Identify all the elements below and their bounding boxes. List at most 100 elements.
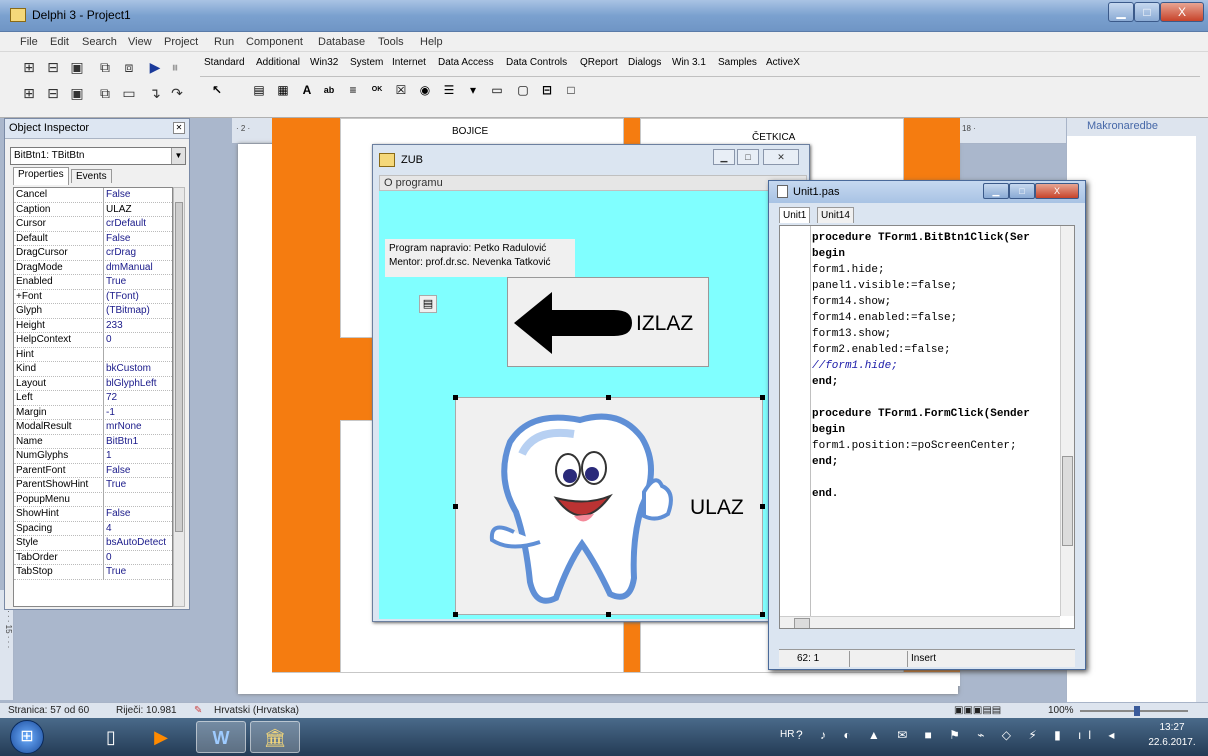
clock-date[interactable]: 22.6.2017.: [1144, 737, 1200, 748]
save-all-icon[interactable]: ▣: [68, 58, 86, 76]
property-row[interactable]: PopupMenu: [14, 492, 172, 507]
scrollbar-icon[interactable]: ▭: [488, 81, 506, 99]
code-line[interactable]: form13.show;: [812, 326, 891, 342]
run-icon[interactable]: ▶: [146, 58, 164, 76]
property-row[interactable]: ParentFont False: [14, 463, 172, 478]
selection-handle[interactable]: [453, 612, 458, 617]
minimize-button[interactable]: ▁: [713, 149, 735, 165]
property-value[interactable]: mrNone: [106, 421, 172, 432]
property-value[interactable]: BitBtn1: [106, 436, 172, 447]
selection-handle[interactable]: [606, 612, 611, 617]
language-indicator[interactable]: Hrvatski (Hrvatska): [214, 705, 299, 716]
proofing-icon[interactable]: ✎: [194, 705, 202, 716]
palette-tab-activex[interactable]: ActiveX: [766, 57, 800, 68]
property-row[interactable]: ParentShowHint True: [14, 478, 172, 493]
tab-properties[interactable]: Properties: [13, 167, 69, 185]
property-row[interactable]: Glyph (TBitmap): [14, 304, 172, 319]
palette-tab-samples[interactable]: Samples: [718, 57, 757, 68]
palette-tab-system[interactable]: System: [350, 57, 383, 68]
code-line[interactable]: form1.hide;: [812, 262, 885, 278]
property-value[interactable]: crDrag: [106, 247, 172, 258]
property-row[interactable]: NumGlyphs 1: [14, 449, 172, 464]
maximize-button[interactable]: □: [737, 149, 759, 165]
code-line[interactable]: begin: [812, 246, 845, 262]
palette-tab-qreport[interactable]: QReport: [580, 57, 618, 68]
property-row[interactable]: Enabled True: [14, 275, 172, 290]
start-button[interactable]: ⊞: [10, 720, 44, 754]
add-file-icon[interactable]: ⊟: [44, 84, 62, 102]
property-row[interactable]: Layout blGlyphLeft: [14, 376, 172, 391]
menu-component[interactable]: Component: [246, 36, 303, 48]
button-icon[interactable]: OK: [368, 81, 386, 99]
enter-button[interactable]: ULAZ: [455, 397, 763, 615]
property-row[interactable]: Height 233: [14, 318, 172, 333]
maximize-button[interactable]: □: [1009, 183, 1035, 199]
palette-tab-data-access[interactable]: Data Access: [438, 57, 494, 68]
property-row[interactable]: ModalResult mrNone: [14, 420, 172, 435]
menu-project[interactable]: Project: [164, 36, 198, 48]
code-line[interactable]: panel1.visible:=false;: [812, 278, 957, 294]
property-value[interactable]: 233: [106, 320, 172, 331]
zoom-slider-thumb[interactable]: [1134, 706, 1140, 716]
scrollbar-thumb[interactable]: [175, 202, 183, 532]
menu-o-programu[interactable]: O programu: [384, 177, 443, 189]
property-row[interactable]: TabOrder 0: [14, 550, 172, 565]
editor-vertical-scrollbar[interactable]: [1060, 226, 1074, 616]
view-buttons-icon[interactable]: ▣▣▣▤▤: [954, 705, 1001, 716]
menu-edit[interactable]: Edit: [50, 36, 69, 48]
selection-handle[interactable]: [760, 395, 765, 400]
tab-unit14[interactable]: Unit14: [817, 207, 854, 223]
property-row[interactable]: Cancel False: [14, 188, 172, 203]
property-value[interactable]: 0: [106, 552, 172, 563]
pause-icon[interactable]: ⏸: [166, 58, 184, 76]
property-row[interactable]: +Font (TFont): [14, 289, 172, 304]
edit-icon[interactable]: ab: [320, 81, 338, 99]
palette-tab-win32[interactable]: Win32: [310, 57, 338, 68]
save-icon[interactable]: ⊞: [20, 84, 38, 102]
scrollbar-thumb[interactable]: [794, 618, 810, 628]
close-button[interactable]: X: [1035, 183, 1079, 199]
delphi-taskbar-icon[interactable]: 🏛: [250, 721, 300, 753]
code-line[interactable]: form2.enabled:=false;: [812, 342, 951, 358]
property-value[interactable]: False: [106, 189, 172, 200]
zoom-level[interactable]: 100%: [1048, 705, 1074, 716]
system-tray-icons[interactable]: ? ♪ ◐ ▲ ✉ ■ ⚑ ⌁ ◇ ⚡ ▮ ıl ◂: [796, 728, 1121, 742]
palette-tab-additional[interactable]: Additional: [256, 57, 300, 68]
open-project-icon[interactable]: ⊞: [20, 58, 38, 76]
toggle-form-icon[interactable]: ▭: [120, 84, 138, 102]
scrollbar-thumb[interactable]: [1062, 456, 1073, 546]
property-value[interactable]: False: [106, 233, 172, 244]
property-value[interactable]: crDefault: [106, 218, 172, 229]
property-row[interactable]: TabStop True: [14, 565, 172, 580]
checkbox-icon[interactable]: ☒: [392, 81, 410, 99]
menu-run[interactable]: Run: [214, 36, 234, 48]
combobox-icon[interactable]: ▾: [464, 81, 482, 99]
new-form-icon[interactable]: ⧈: [120, 58, 138, 76]
object-selector[interactable]: BitBtn1: TBitBtn ▼: [10, 147, 186, 165]
menu-database[interactable]: Database: [318, 36, 365, 48]
property-value[interactable]: (TBitmap): [106, 305, 172, 316]
property-row[interactable]: Cursor crDefault: [14, 217, 172, 232]
property-row[interactable]: DragCursor crDrag: [14, 246, 172, 261]
pointer-icon[interactable]: ↖: [208, 81, 226, 99]
property-value[interactable]: True: [106, 276, 172, 287]
code-line[interactable]: end.: [812, 486, 838, 502]
listbox-icon[interactable]: ☰: [440, 81, 458, 99]
property-value[interactable]: 1: [106, 450, 172, 461]
code-area[interactable]: procedure TForm1.BitBtn1Click(Ser begin fo…: [779, 225, 1075, 629]
selection-handle[interactable]: [453, 395, 458, 400]
palette-tab-win31[interactable]: Win 3.1: [672, 57, 706, 68]
memo-icon[interactable]: ≡: [344, 81, 362, 99]
maximize-button[interactable]: □: [1134, 2, 1160, 22]
property-row[interactable]: Left 72: [14, 391, 172, 406]
mainmenu-icon[interactable]: ▤: [250, 81, 268, 99]
code-line[interactable]: end;: [812, 454, 838, 470]
code-line[interactable]: procedure TForm1.BitBtn1Click(Ser: [812, 230, 1030, 246]
menu-file[interactable]: File: [20, 36, 38, 48]
mainmenu-component[interactable]: ▤: [419, 295, 437, 313]
property-row[interactable]: Style bsAutoDetect: [14, 536, 172, 551]
explorer-taskbar-icon[interactable]: ▯: [86, 721, 136, 753]
radiogroup-icon[interactable]: ⊟: [538, 81, 556, 99]
page-indicator[interactable]: Stranica: 57 od 60: [8, 705, 89, 716]
code-line[interactable]: //form1.hide;: [812, 358, 898, 374]
